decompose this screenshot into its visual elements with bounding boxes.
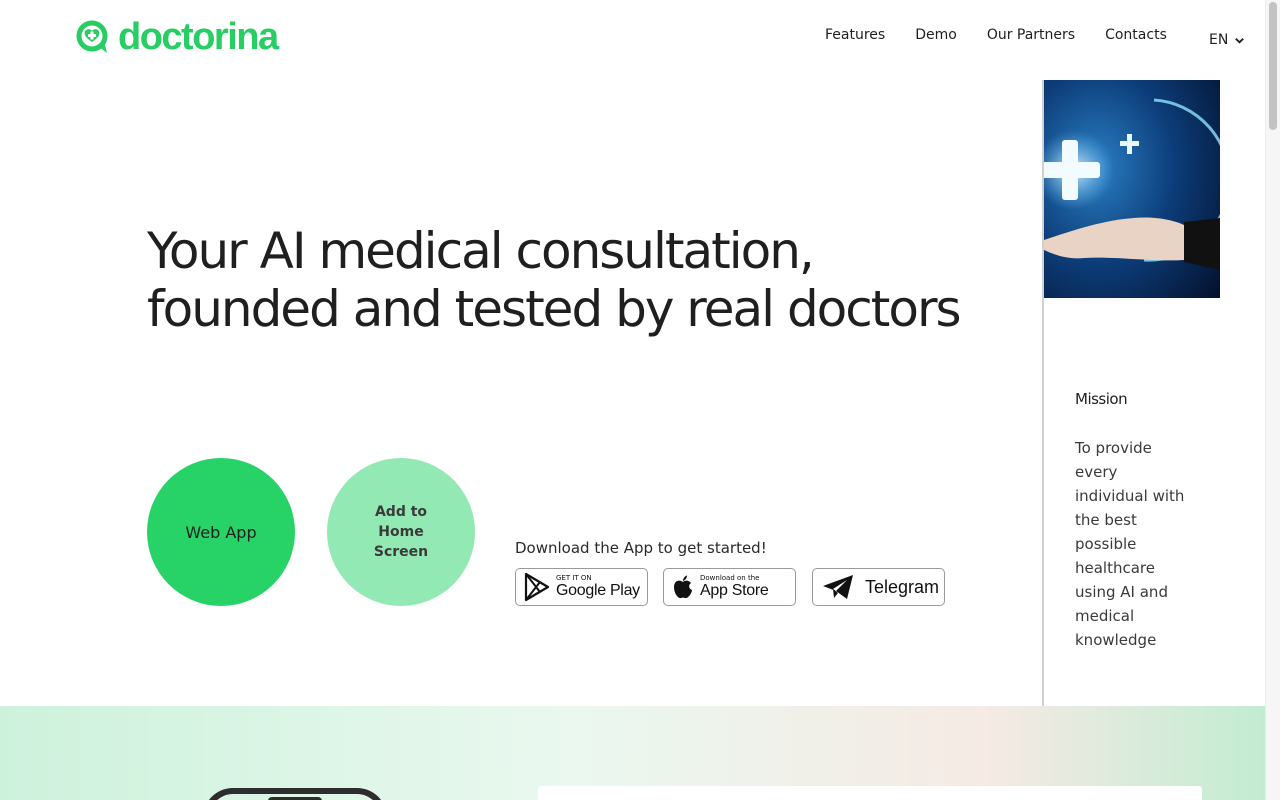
google-play-button[interactable]: GET IT ON Google Play bbox=[515, 568, 648, 606]
nav-demo[interactable]: Demo bbox=[915, 27, 957, 43]
telegram-icon bbox=[823, 575, 853, 599]
app-store-big: App Store bbox=[700, 582, 769, 599]
web-app-label: Web App bbox=[185, 522, 257, 542]
google-play-big: Google Play bbox=[556, 582, 640, 599]
app-store-button[interactable]: Download on the App Store bbox=[663, 568, 796, 606]
mission-title: Mission bbox=[1075, 390, 1128, 408]
hero-title: Your AI medical consultation, founded an… bbox=[147, 222, 962, 338]
mission-image bbox=[1044, 80, 1220, 298]
language-label: EN bbox=[1209, 32, 1229, 48]
logo[interactable]: doctorina bbox=[76, 16, 279, 58]
logo-text: doctorina bbox=[118, 16, 279, 58]
chevron-down-icon bbox=[1235, 37, 1245, 44]
app-store-small: Download on the bbox=[700, 574, 760, 582]
scrollbar-thumb[interactable] bbox=[1269, 2, 1277, 130]
language-selector[interactable]: EN bbox=[1209, 32, 1245, 48]
nav-our-partners[interactable]: Our Partners bbox=[987, 27, 1075, 43]
telegram-button[interactable]: Telegram bbox=[812, 568, 945, 606]
telegram-label: Telegram bbox=[865, 576, 940, 597]
apple-icon bbox=[674, 575, 692, 599]
features-section bbox=[0, 706, 1265, 800]
nav-contacts[interactable]: Contacts bbox=[1105, 27, 1167, 43]
download-prompt: Download the App to get started! bbox=[515, 539, 767, 557]
nav-features[interactable]: Features bbox=[825, 27, 885, 43]
google-play-small: GET IT ON bbox=[556, 574, 592, 582]
google-play-icon bbox=[524, 573, 550, 601]
add-home-label: Add to Home Screen bbox=[373, 504, 429, 560]
mission-text: To provide every individual with the bes… bbox=[1075, 439, 1185, 649]
add-to-home-screen-button[interactable]: Add to Home Screen bbox=[327, 458, 475, 606]
main-nav: Features Demo Our Partners Contacts bbox=[825, 27, 1167, 43]
web-app-button[interactable]: Web App bbox=[147, 458, 295, 606]
feature-card bbox=[538, 786, 1202, 800]
logo-mark-icon bbox=[76, 20, 108, 53]
